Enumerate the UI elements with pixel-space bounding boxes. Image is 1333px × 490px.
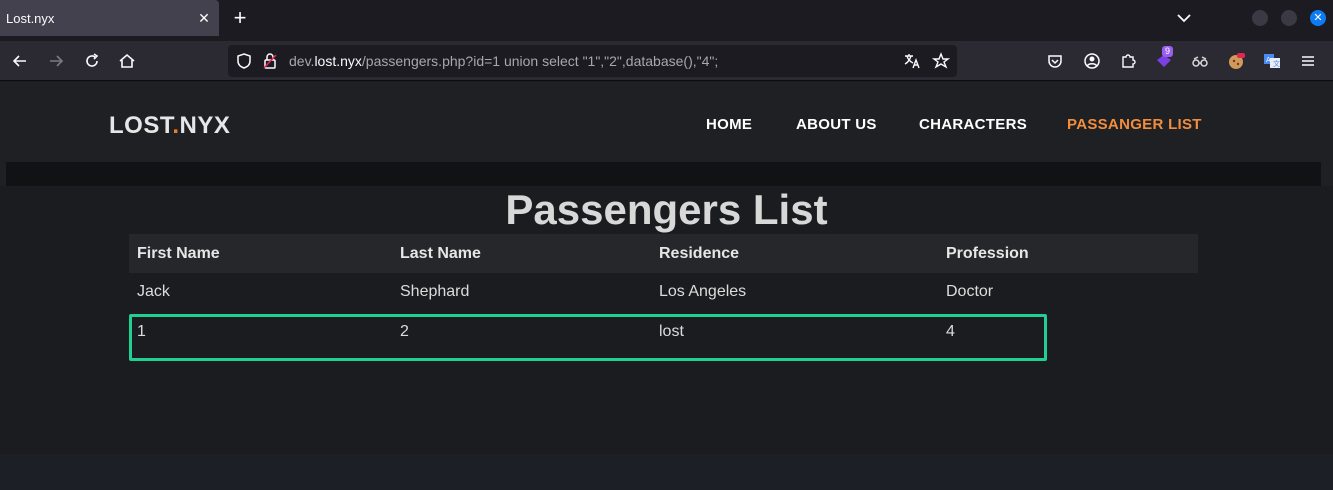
logo-text-right: NYX — [179, 112, 231, 139]
cell-residence: Los Angeles — [659, 283, 747, 300]
injected-row-highlight-box — [129, 314, 1047, 361]
web-page: LOST.NYX HOME ABOUT US CHARACTERS PASSAN… — [0, 82, 1333, 490]
glasses-extension-icon[interactable] — [1190, 51, 1210, 71]
url-prefix: dev. — [289, 53, 315, 69]
tab-close-icon[interactable]: ✕ — [189, 0, 219, 36]
nav-link-home[interactable]: HOME — [706, 116, 752, 133]
minimize-window-button[interactable] — [1252, 10, 1268, 26]
table-header: First Name Last Name Residence Professio… — [129, 234, 1198, 273]
site-logo[interactable]: LOST.NYX — [109, 112, 230, 140]
svg-text:A: A — [1266, 56, 1271, 64]
column-header-profession: Profession — [946, 245, 1029, 262]
nav-link-about-us[interactable]: ABOUT US — [796, 116, 877, 133]
translator-extension-icon[interactable]: A文 — [1262, 51, 1282, 71]
main-content: Passengers List First Name Last Name Res… — [0, 186, 1333, 454]
url-text[interactable]: dev.lost.nyx/passengers.php?id=1 union s… — [289, 53, 718, 69]
url-path: /passengers.php?id=1 union select "1","2… — [361, 53, 719, 69]
extension-badge-count: 9 — [1162, 46, 1174, 57]
nav-link-characters[interactable]: CHARACTERS — [919, 116, 1027, 133]
cell-first-name: Jack — [137, 283, 170, 300]
tracking-protection-shield-icon[interactable] — [234, 51, 254, 71]
column-header-residence: Residence — [659, 245, 740, 262]
reload-icon[interactable] — [82, 51, 102, 71]
back-arrow-icon[interactable] — [10, 51, 30, 71]
page-footer-area — [0, 454, 1333, 490]
bookmark-star-icon[interactable] — [931, 51, 951, 71]
insecure-lock-icon[interactable] — [260, 51, 280, 71]
tab-list-chevron-icon[interactable] — [1174, 8, 1194, 28]
new-tab-button[interactable]: + — [228, 6, 252, 30]
tab-title: Lost.nyx — [6, 10, 55, 26]
cell-profession: Doctor — [946, 283, 994, 300]
extensions-puzzle-icon[interactable] — [1118, 51, 1138, 71]
header-divider-strip — [6, 162, 1321, 186]
nav-link-passanger-list[interactable]: PASSANGER LIST — [1067, 116, 1202, 133]
site-header: LOST.NYX HOME ABOUT US CHARACTERS PASSAN… — [0, 82, 1333, 162]
logo-dot: . — [172, 112, 180, 139]
svg-text:文: 文 — [1273, 59, 1280, 68]
hamburger-menu-icon[interactable] — [1298, 51, 1318, 71]
maximize-window-button[interactable] — [1281, 10, 1297, 26]
account-icon[interactable] — [1082, 51, 1102, 71]
table-row: Jack Shephard Los Angeles Doctor — [129, 273, 1198, 313]
home-icon[interactable] — [117, 51, 137, 71]
page-title: Passengers List — [505, 186, 828, 233]
browser-toolbar: dev.lost.nyx/passengers.php?id=1 union s… — [0, 41, 1333, 81]
logo-text-left: LOST — [109, 112, 173, 139]
url-host: lost.nyx — [314, 53, 362, 69]
column-header-first-name: First Name — [137, 245, 220, 262]
active-tab[interactable]: Lost.nyx ✕ — [0, 0, 219, 36]
forward-arrow-icon[interactable] — [46, 51, 66, 71]
cell-last-name: Shephard — [400, 283, 470, 300]
close-window-button[interactable]: ✕ — [1310, 10, 1326, 26]
column-header-last-name: Last Name — [400, 245, 481, 262]
translate-icon[interactable] — [902, 51, 922, 71]
url-bar[interactable]: dev.lost.nyx/passengers.php?id=1 union s… — [228, 45, 957, 77]
pocket-icon[interactable] — [1045, 51, 1065, 71]
tab-bar: Lost.nyx ✕ + ✕ — [0, 0, 1333, 36]
cookie-extension-icon[interactable] — [1226, 51, 1246, 71]
